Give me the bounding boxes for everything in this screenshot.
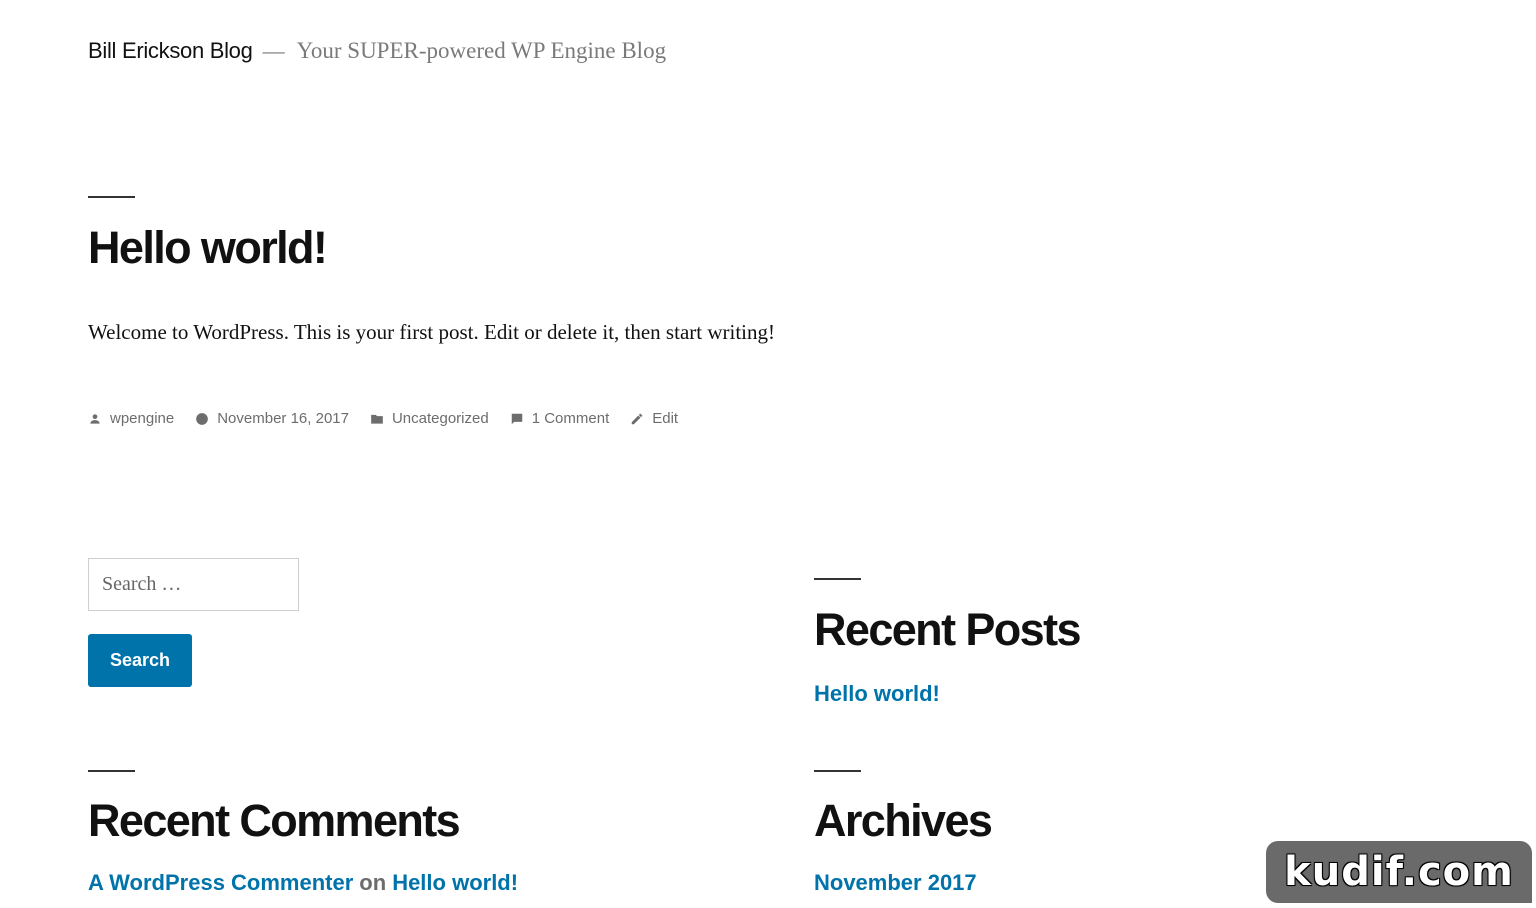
site-description: Your SUPER-powered WP Engine Blog: [296, 38, 667, 63]
post-title[interactable]: Hello world!: [88, 222, 328, 274]
post-author: wpengine: [110, 410, 175, 427]
site-title[interactable]: Bill Erickson Blog: [88, 38, 253, 64]
recent-comments-rule: [88, 770, 135, 772]
recent-post-link[interactable]: Hello world!: [814, 681, 940, 707]
person-icon: [90, 413, 100, 424]
post-body: Welcome to WordPress. This is your first…: [88, 320, 775, 344]
comment-on-text: on: [359, 870, 387, 895]
recent-posts-rule: [814, 578, 861, 580]
archives-title: Archives: [814, 795, 993, 846]
post-comments: 1 Comment: [531, 410, 610, 427]
search-input[interactable]: [88, 558, 299, 611]
comment-author-link[interactable]: A WordPress Commenter: [88, 870, 353, 895]
watermark-badge: kudif.com: [1266, 841, 1532, 903]
archive-link[interactable]: November 2017: [814, 870, 977, 896]
post-edit-link[interactable]: Edit: [630, 410, 678, 427]
comment-icon: [511, 413, 522, 424]
post-category: Uncategorized: [391, 410, 489, 427]
post-author-link[interactable]: wpengine: [88, 410, 174, 427]
comment-post-link[interactable]: Hello world!: [392, 870, 518, 895]
pencil-icon: [631, 413, 643, 424]
post-edit: Edit: [652, 410, 679, 427]
post-category-link[interactable]: Uncategorized: [370, 410, 489, 427]
post-date: November 16, 2017: [217, 410, 349, 427]
folder-icon: [371, 414, 383, 424]
recent-comments-title: Recent Comments: [88, 795, 461, 846]
site-title-separator: —: [262, 38, 285, 63]
site-header: Bill Erickson Blog — Your SUPER-powered …: [88, 38, 666, 64]
search-button[interactable]: Search: [88, 634, 192, 687]
post-meta: wpengine November 16, 2017 Uncategorized…: [88, 410, 699, 427]
recent-comment-item: A WordPress Commenter on Hello world!: [88, 870, 518, 896]
recent-posts-title: Recent Posts: [814, 604, 1082, 655]
post-comments-link[interactable]: 1 Comment: [510, 410, 610, 427]
archives-rule: [814, 770, 861, 772]
post-title-rule: [88, 196, 135, 198]
clock-icon: [196, 412, 209, 425]
post-date-link[interactable]: November 16, 2017: [195, 410, 349, 427]
